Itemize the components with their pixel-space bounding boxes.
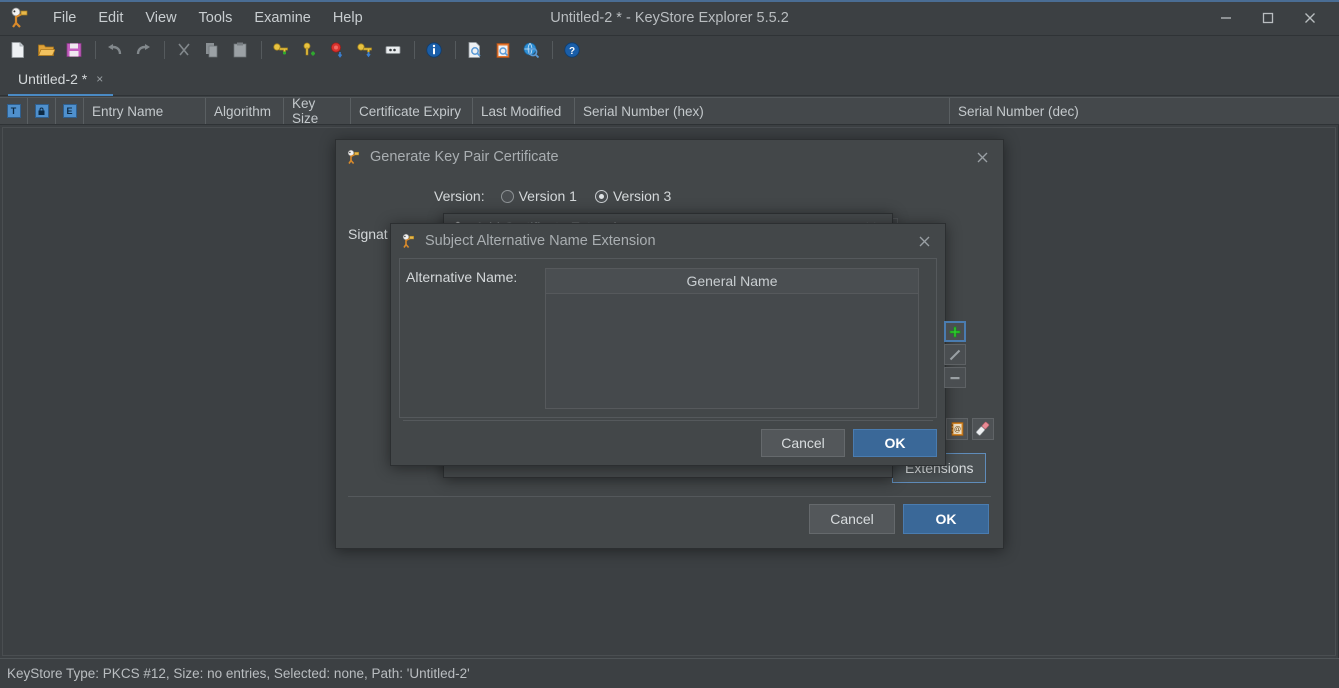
app-logo-icon <box>6 5 32 31</box>
toolbar-separator <box>95 41 96 59</box>
column-header-serial-number-dec[interactable]: Serial Number (dec) <box>950 98 1330 124</box>
general-name-table[interactable]: General Name <box>545 268 919 409</box>
signature-algorithm-label: Signat <box>348 226 388 242</box>
column-header-expiry-status[interactable]: E <box>56 98 84 124</box>
window-controls <box>1205 0 1331 36</box>
toolbar-separator <box>455 41 456 59</box>
signature-algorithm-row: Signat <box>348 226 388 242</box>
radio-version-3-label: Version 3 <box>613 188 671 204</box>
cancel-button[interactable]: Cancel <box>761 429 845 457</box>
menu-examine[interactable]: Examine <box>243 6 321 30</box>
paste-icon <box>227 38 253 62</box>
dialog-footer-buttons: Cancel OK <box>809 504 989 534</box>
status-bar: KeyStore Type: PKCS #12, Size: no entrie… <box>0 658 1339 688</box>
ok-button[interactable]: OK <box>853 429 937 457</box>
generate-secret-key-icon[interactable] <box>296 38 322 62</box>
toolbar: ? <box>0 36 1339 64</box>
menu-edit[interactable]: Edit <box>87 6 134 30</box>
general-name-column-header[interactable]: General Name <box>546 269 918 294</box>
svg-text:?: ? <box>569 46 575 57</box>
app-icon <box>399 232 417 250</box>
new-keystore-icon[interactable] <box>5 38 31 62</box>
dialog-title-bar: Subject Alternative Name Extension <box>391 224 945 258</box>
radio-version-3[interactable] <box>595 190 608 203</box>
set-password-icon[interactable] <box>380 38 406 62</box>
radio-version-1[interactable] <box>501 190 514 203</box>
dialog-title: Subject Alternative Name Extension <box>425 233 911 249</box>
eraser-icon[interactable] <box>972 418 994 440</box>
column-header-serial-number-hex[interactable]: Serial Number (hex) <box>575 98 950 124</box>
keystore-properties-icon[interactable] <box>421 38 447 62</box>
close-icon[interactable] <box>1289 3 1331 33</box>
subject-alternative-name-extension-dialog: Subject Alternative Name Extension Alter… <box>390 223 946 466</box>
edit-alternative-name-button[interactable] <box>944 344 966 365</box>
column-header-entry-name[interactable]: Entry Name <box>84 98 206 124</box>
import-trusted-certificate-icon[interactable] <box>324 38 350 62</box>
address-book-icon[interactable]: @ <box>946 418 968 440</box>
keystore-explorer-window: Untitled-2 * - KeyStore Explorer 5.5.2 <box>0 0 1339 688</box>
menu-help[interactable]: Help <box>322 6 374 30</box>
menu-file[interactable]: File <box>42 6 87 30</box>
dialog-footer-divider <box>348 496 991 497</box>
dialog-footer-divider <box>403 420 933 421</box>
column-header-certificate-expiry[interactable]: Certificate Expiry <box>351 98 473 124</box>
examine-clipboard-icon[interactable] <box>490 38 516 62</box>
examine-ssl-icon[interactable] <box>518 38 544 62</box>
dialog-footer-buttons: Cancel OK <box>761 429 937 457</box>
maximize-icon[interactable] <box>1247 3 1289 33</box>
column-header-lock-status[interactable] <box>28 98 56 124</box>
save-keystore-icon[interactable] <box>61 38 87 62</box>
toolbar-separator <box>414 41 415 59</box>
generate-key-pair-icon[interactable] <box>268 38 294 62</box>
open-keystore-icon[interactable] <box>33 38 59 62</box>
alternative-name-label: Alternative Name: <box>406 269 517 285</box>
cancel-button[interactable]: Cancel <box>809 504 895 534</box>
tab-untitled-2[interactable]: Untitled-2 * × <box>8 64 113 96</box>
status-bar-text: KeyStore Type: PKCS #12, Size: no entrie… <box>7 666 470 681</box>
copy-icon <box>199 38 225 62</box>
general-name-table-body[interactable] <box>546 294 918 408</box>
alternative-name-panel: Alternative Name: General Name <box>399 258 937 418</box>
keystore-table-header: T E Entry Name Algorithm Key Size Certif… <box>0 97 1339 125</box>
add-alternative-name-button[interactable] <box>944 321 966 342</box>
alternative-name-actions <box>944 321 966 390</box>
tab-close-icon[interactable]: × <box>96 72 103 86</box>
toolbar-separator <box>552 41 553 59</box>
menu-tools[interactable]: Tools <box>188 6 244 30</box>
menu-view[interactable]: View <box>134 6 187 30</box>
redo-icon <box>130 38 156 62</box>
svg-text:@: @ <box>954 427 961 434</box>
column-header-key-size[interactable]: Key Size <box>284 98 351 124</box>
tab-label: Untitled-2 * <box>18 71 87 87</box>
type-column-icon: T <box>7 104 21 118</box>
undo-icon <box>102 38 128 62</box>
dialog-title-bar: Generate Key Pair Certificate <box>336 140 1003 174</box>
expiry-status-column-icon: E <box>63 104 77 118</box>
version-row: Version: Version 1 Version 3 <box>434 188 689 204</box>
remove-alternative-name-button[interactable] <box>944 367 966 388</box>
column-header-last-modified[interactable]: Last Modified <box>473 98 575 124</box>
import-key-pair-icon[interactable] <box>352 38 378 62</box>
toolbar-separator <box>261 41 262 59</box>
toolbar-separator <box>164 41 165 59</box>
lock-status-column-icon <box>35 104 49 118</box>
minimize-icon[interactable] <box>1205 3 1247 33</box>
ok-button[interactable]: OK <box>903 504 989 534</box>
help-icon[interactable]: ? <box>559 38 585 62</box>
column-header-algorithm[interactable]: Algorithm <box>206 98 284 124</box>
radio-version-1-label: Version 1 <box>519 188 577 204</box>
cut-icon <box>171 38 197 62</box>
version-label: Version: <box>434 188 485 204</box>
dialog-close-icon[interactable] <box>969 144 995 170</box>
column-header-type[interactable]: T <box>0 98 28 124</box>
examine-file-icon[interactable] <box>462 38 488 62</box>
menu-bar: File Edit View Tools Examine Help <box>0 2 374 34</box>
tab-strip: Untitled-2 * × <box>0 64 1339 96</box>
dialog-title: Generate Key Pair Certificate <box>370 149 969 165</box>
app-icon <box>344 148 362 166</box>
dialog-close-icon[interactable] <box>911 228 937 254</box>
